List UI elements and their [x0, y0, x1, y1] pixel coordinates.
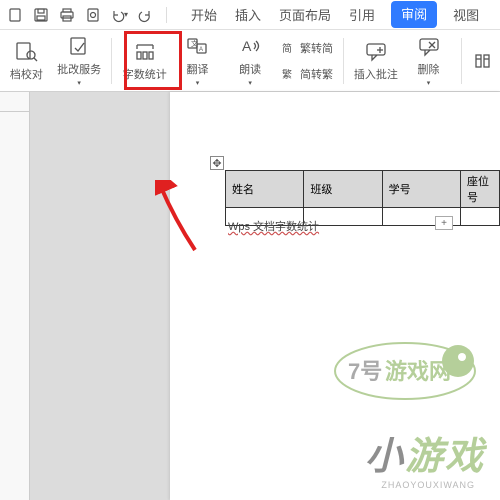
new-icon[interactable] — [6, 6, 24, 24]
tab-insert[interactable]: 插入 — [233, 1, 263, 28]
simplified-icon: 简 — [280, 40, 296, 56]
preview-icon[interactable] — [84, 6, 102, 24]
tab-ref[interactable]: 引用 — [347, 1, 377, 28]
svg-text:繁: 繁 — [282, 68, 292, 81]
table-header[interactable]: 班级 — [304, 171, 382, 208]
more-button[interactable] — [470, 34, 498, 88]
approve-icon — [66, 35, 92, 57]
ribbon: 档校对 批改服务 ▾ 字数统计 文A 翻译 ▾ A 朗读 ▾ 简 繁转简 繁 简… — [0, 30, 500, 92]
separator — [166, 7, 167, 23]
watermark-text: 小游戏 — [365, 425, 485, 480]
read-icon: A — [237, 35, 263, 57]
quick-access-toolbar: ▾ 开始 插入 页面布局 引用 审阅 视图 — [0, 0, 500, 30]
separator — [343, 38, 344, 84]
separator — [461, 38, 462, 84]
comment-icon — [363, 40, 389, 62]
ruler-corner — [0, 92, 30, 112]
chevron-down-icon: ▾ — [427, 79, 431, 87]
table-row[interactable]: 姓名 班级 学号 座位号 — [226, 171, 500, 208]
table-header[interactable]: 座位号 — [460, 171, 499, 208]
proofread-icon — [13, 40, 39, 62]
delete-comment-button[interactable]: 删除 ▾ — [404, 34, 453, 88]
svg-text:简: 简 — [282, 42, 292, 55]
chevron-down-icon: ▾ — [248, 79, 252, 87]
traditional-icon: 繁 — [280, 66, 296, 82]
svg-text:游戏网: 游戏网 — [385, 359, 451, 384]
read-button[interactable]: A 朗读 ▾ — [226, 34, 275, 88]
delete-comment-icon — [416, 35, 442, 57]
tab-layout[interactable]: 页面布局 — [277, 1, 333, 28]
document-workspace: ✥ 姓名 班级 学号 座位号 + Wps 文档字数统计 — [0, 92, 500, 500]
watermark-logo: 7号 游戏网 — [330, 337, 480, 405]
ribbon-tabs: 开始 插入 页面布局 引用 审阅 视图 — [189, 1, 481, 28]
print-icon[interactable] — [58, 6, 76, 24]
svg-text:A: A — [242, 38, 252, 54]
wordcount-button[interactable]: 字数统计 — [120, 34, 169, 88]
chevron-down-icon: ▾ — [77, 79, 81, 87]
undo-button[interactable]: ▾ — [110, 6, 128, 24]
chevron-down-icon: ▾ — [196, 79, 200, 87]
tab-view[interactable]: 视图 — [451, 1, 481, 28]
document-text[interactable]: Wps 文档字数统计 — [228, 218, 319, 234]
to-simplified-button[interactable]: 简 繁转简 — [279, 36, 335, 60]
insert-comment-button[interactable]: 插入批注 — [351, 34, 400, 88]
table-move-handle[interactable]: ✥ — [210, 156, 224, 170]
watermark-url: ZHAOYOUXIWANG — [381, 480, 475, 490]
svg-text:A: A — [199, 47, 203, 53]
separator — [111, 38, 112, 84]
table-header[interactable]: 学号 — [382, 171, 460, 208]
table-add-row-button[interactable]: + — [435, 216, 453, 230]
to-traditional-button[interactable]: 繁 简转繁 — [279, 62, 335, 86]
translate-icon: 文A — [184, 35, 210, 57]
tab-review[interactable]: 审阅 — [391, 1, 437, 28]
translate-button[interactable]: 文A 翻译 ▾ — [173, 34, 222, 88]
page-gutter — [30, 92, 170, 500]
more-icon — [471, 50, 497, 72]
save-icon[interactable] — [32, 6, 50, 24]
tab-start[interactable]: 开始 — [189, 1, 219, 28]
wordcount-icon — [132, 40, 158, 62]
table-cell[interactable] — [460, 208, 499, 226]
redo-button[interactable] — [136, 6, 154, 24]
approve-button[interactable]: 批改服务 ▾ — [55, 34, 104, 88]
table-header[interactable]: 姓名 — [226, 171, 304, 208]
svg-text:7号: 7号 — [348, 359, 382, 384]
convert-group: 简 繁转简 繁 简转繁 — [279, 36, 335, 86]
svg-text:文: 文 — [191, 39, 198, 48]
vertical-ruler — [0, 112, 30, 500]
proofread-button[interactable]: 档校对 — [2, 34, 51, 88]
